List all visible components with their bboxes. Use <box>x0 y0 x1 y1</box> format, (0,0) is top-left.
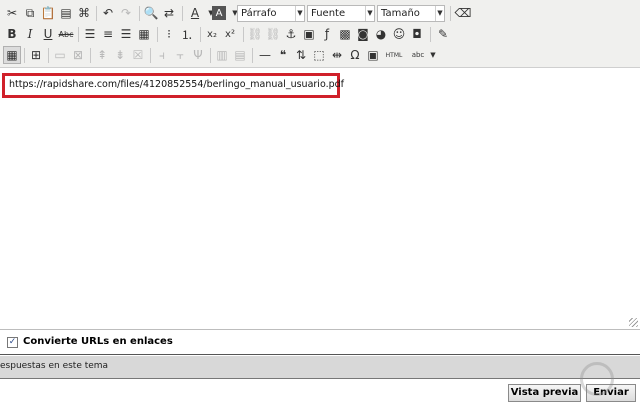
flash-icon[interactable]: ƒ <box>318 25 336 43</box>
eraser-icon[interactable]: ⌫ <box>454 4 472 22</box>
fullscreen-icon[interactable]: ▣ <box>364 46 382 64</box>
toolbar-row-2: B I U Abc ☰ ≡ ☰ ▦ ⁝ ⒈ x₂ x² ⛓ ⛓ ⚓ ▣ ƒ ▩ … <box>0 24 640 46</box>
paste-icon[interactable]: 📋 <box>39 4 57 22</box>
background-color-icon[interactable]: A <box>212 6 226 20</box>
horizontal-rule-icon[interactable]: — <box>256 46 274 64</box>
unlink-icon[interactable]: ⛓ <box>264 25 282 43</box>
redo-icon[interactable]: ↷ <box>117 4 135 22</box>
thread-info-band: espuestas en este tema <box>0 356 640 379</box>
bullet-list-icon[interactable]: ⁝ <box>160 25 178 43</box>
quicktime-icon[interactable]: ◙ <box>354 25 372 43</box>
toolbar-separator <box>157 27 158 42</box>
image-icon[interactable]: ▣ <box>300 25 318 43</box>
thread-info-text: espuestas en este tema <box>0 361 109 371</box>
realmedia-icon[interactable]: ◕ <box>372 25 390 43</box>
special-char-button[interactable]: Ω <box>346 46 364 64</box>
chevron-down-icon: ▼ <box>365 6 374 21</box>
toolbar-separator <box>78 27 79 42</box>
align-left-icon[interactable]: ☰ <box>81 25 99 43</box>
row-props-icon[interactable]: ▭ <box>51 46 69 64</box>
copy-icon[interactable]: ⧉ <box>21 4 39 22</box>
chevron-down-icon: ▼ <box>435 6 444 21</box>
cell-props-icon[interactable]: ⊠ <box>69 46 87 64</box>
resize-grip-icon[interactable] <box>629 318 638 327</box>
superscript-button[interactable]: x² <box>221 25 239 43</box>
toolbar-separator <box>210 48 211 63</box>
row-after-icon[interactable]: ⇟ <box>111 46 129 64</box>
emoticon-icon[interactable]: ☺ <box>390 25 408 43</box>
post-options: ✓ Convierte URLs en enlaces <box>0 330 640 355</box>
find-icon[interactable]: 🔍 <box>142 4 160 22</box>
cleanup-icon[interactable]: ✎ <box>434 25 452 43</box>
toolbar-separator <box>252 48 253 63</box>
toolbar-row-3: ▦ ⊞ ▭ ⊠ ⇞ ⇟ ☒ ⫞ ⫟ Ψ ▥ ▤ — ❝ ⇅ ⬚ ⇹ Ω ▣ HT… <box>0 45 640 67</box>
merge-cells-icon[interactable]: ▤ <box>231 46 249 64</box>
paste-text-icon[interactable]: ▤ <box>57 4 75 22</box>
toolbar-separator <box>90 48 91 63</box>
toolbar-separator <box>48 48 49 63</box>
delete-row-icon[interactable]: ☒ <box>129 46 147 64</box>
table-icon[interactable]: ▦ <box>3 46 21 64</box>
col-before-icon[interactable]: ⫞ <box>153 46 171 64</box>
action-bar: Vista previa Enviar <box>0 380 640 404</box>
media-icon[interactable]: ▩ <box>336 25 354 43</box>
paste-word-icon[interactable]: ⌘ <box>75 4 93 22</box>
watermark-logo <box>580 362 614 396</box>
format-select[interactable]: Párrafo ▼ <box>237 5 305 22</box>
sort-icon[interactable]: ⇅ <box>292 46 310 64</box>
toolbar-separator <box>139 6 140 21</box>
font-select[interactable]: Fuente ▼ <box>307 5 375 22</box>
underline-button[interactable]: U <box>39 25 57 43</box>
visual-aid-icon[interactable]: ⬚ <box>310 46 328 64</box>
convert-urls-label: Convierte URLs en enlaces <box>23 336 173 347</box>
anchor-icon[interactable]: ⚓ <box>282 25 300 43</box>
row-before-icon[interactable]: ⇞ <box>93 46 111 64</box>
cut-icon[interactable]: ✂ <box>3 4 21 22</box>
toolbar-separator <box>150 48 151 63</box>
page-break-icon[interactable]: ⇹ <box>328 46 346 64</box>
format-select-value: Párrafo <box>241 8 277 19</box>
size-select[interactable]: Tamaño ▼ <box>377 5 445 22</box>
align-right-icon[interactable]: ☰ <box>117 25 135 43</box>
toolbar-separator <box>24 48 25 63</box>
preview-button[interactable]: Vista previa <box>508 384 581 402</box>
toolbar-separator <box>450 6 451 21</box>
toolbar-separator <box>200 27 201 42</box>
camera-icon[interactable]: ◘ <box>408 25 426 43</box>
toolbar-separator <box>182 6 183 21</box>
col-after-icon[interactable]: ⫟ <box>171 46 189 64</box>
bold-button[interactable]: B <box>3 25 21 43</box>
replace-icon[interactable]: ⇄ <box>160 4 178 22</box>
highlighted-url-box: https://rapidshare.com/files/4120852554/… <box>2 73 344 98</box>
delete-col-icon[interactable]: Ψ <box>189 46 207 64</box>
subscript-button[interactable]: x₂ <box>203 25 221 43</box>
strikethrough-button[interactable]: Abc <box>57 25 75 43</box>
split-cells-icon[interactable]: ▥ <box>213 46 231 64</box>
toolbar-separator <box>430 27 431 42</box>
size-select-value: Tamaño <box>381 8 420 19</box>
font-select-value: Fuente <box>311 8 346 19</box>
chevron-down-icon: ▼ <box>295 6 304 21</box>
html-source-button[interactable]: HTML <box>383 46 405 64</box>
editor-url-text[interactable]: https://rapidshare.com/files/4120852554/… <box>9 79 344 90</box>
align-justify-icon[interactable]: ▦ <box>135 25 153 43</box>
align-center-icon[interactable]: ≡ <box>99 25 117 43</box>
toolbar-separator <box>243 27 244 42</box>
numbered-list-icon[interactable]: ⒈ <box>178 25 196 43</box>
italic-button[interactable]: I <box>21 25 39 43</box>
spellcheck-dropdown-icon[interactable]: ▼ <box>424 46 442 64</box>
toolbar-row-1: ✂ ⧉ 📋 ▤ ⌘ ↶ ↷ 🔍 ⇄ A ▼ A ▼ Párrafo ▼ Fuen… <box>0 3 640 25</box>
undo-icon[interactable]: ↶ <box>99 4 117 22</box>
convert-urls-checkbox[interactable]: ✓ <box>7 337 18 348</box>
link-icon[interactable]: ⛓ <box>246 25 264 43</box>
editor-toolbar: ✂ ⧉ 📋 ▤ ⌘ ↶ ↷ 🔍 ⇄ A ▼ A ▼ Párrafo ▼ Fuen… <box>0 0 640 68</box>
quote-icon[interactable]: ❝ <box>274 46 292 64</box>
editor-content-area[interactable]: https://rapidshare.com/files/4120852554/… <box>0 68 640 330</box>
insert-layer-icon[interactable]: ⊞ <box>27 46 45 64</box>
toolbar-separator <box>96 6 97 21</box>
